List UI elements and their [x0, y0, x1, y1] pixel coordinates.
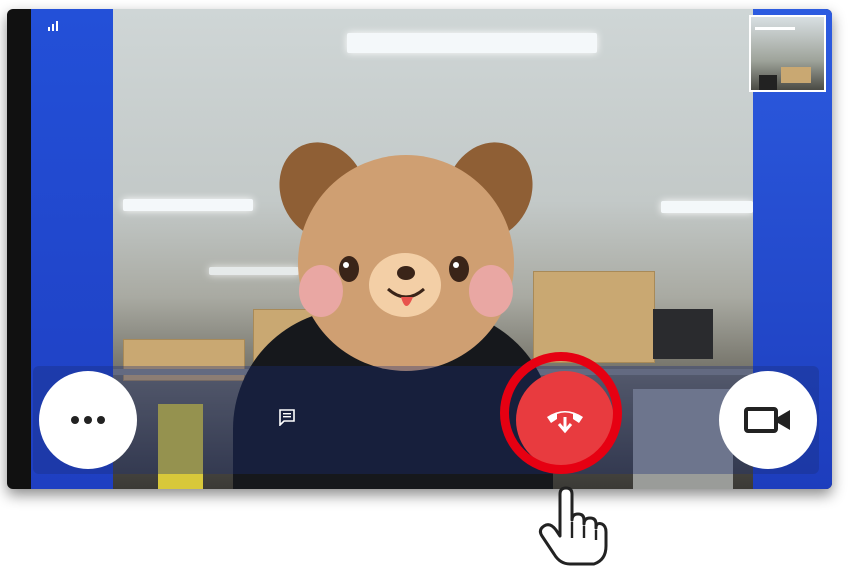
- more-dots-icon: [71, 416, 105, 424]
- camera-toggle-button[interactable]: [719, 371, 817, 469]
- highlight-ring: [500, 352, 622, 474]
- self-view-thumbnail[interactable]: [749, 15, 826, 92]
- signal-bars-icon: [48, 21, 58, 31]
- dog-face-sticker: [279, 142, 533, 371]
- hand-pointer-icon: [538, 486, 608, 566]
- call-controls-bar: [33, 366, 819, 474]
- video-camera-icon: [744, 407, 790, 433]
- chat-icon: [279, 409, 295, 426]
- chat-button[interactable]: [276, 406, 298, 428]
- more-options-button[interactable]: [39, 371, 137, 469]
